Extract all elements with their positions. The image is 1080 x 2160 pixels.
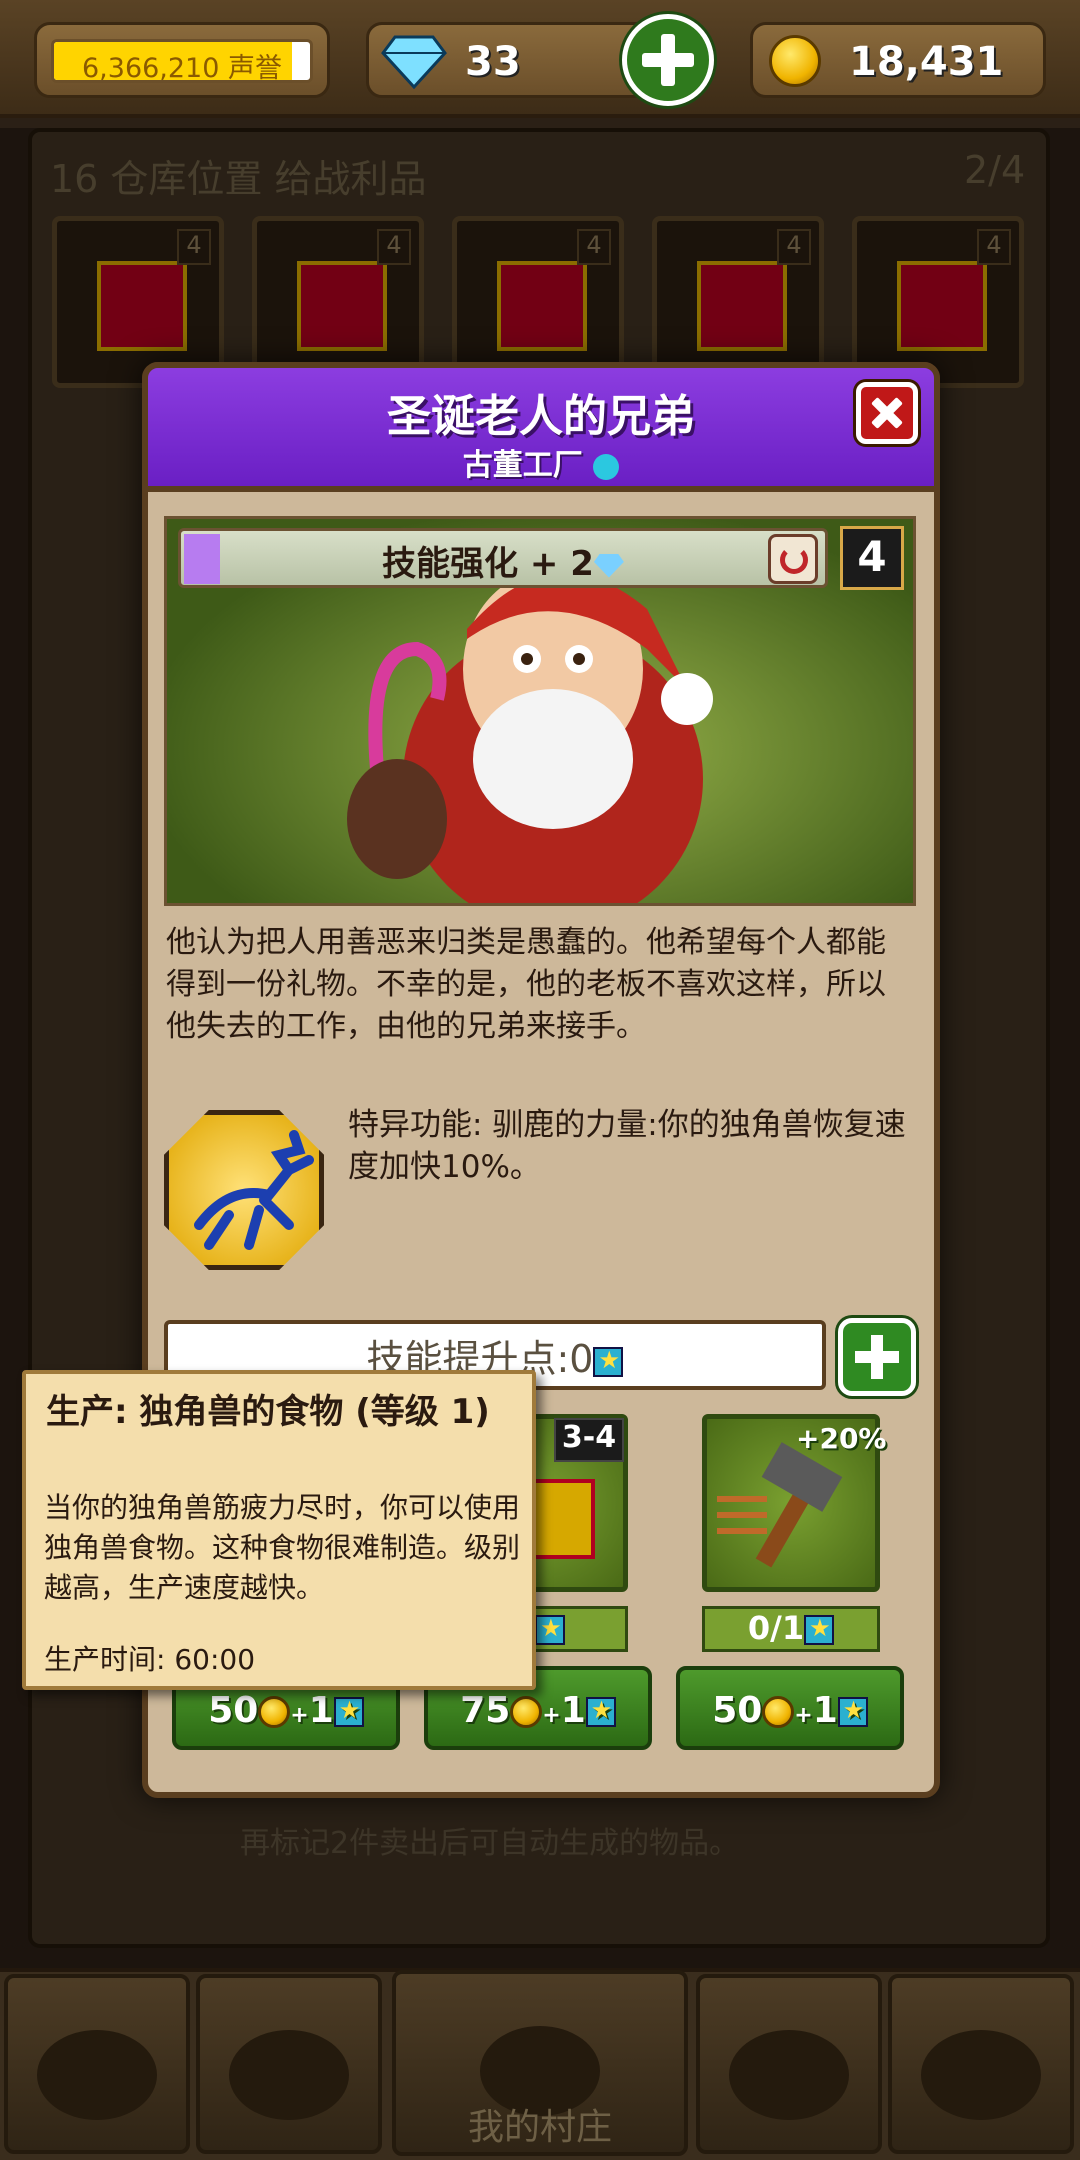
ability-description: 特异功能: 驯鹿的力量:你的独角兽恢复速度加快10%。	[348, 1107, 906, 1185]
gold-cost: 75	[460, 1690, 511, 1731]
gem-counter: 33	[366, 22, 654, 98]
diamond-icon	[381, 35, 447, 89]
gem-count: 33	[465, 39, 521, 85]
diamond-icon	[37, 2030, 157, 2120]
add-skill-points-button[interactable]	[838, 1318, 916, 1396]
nav-people-button[interactable]	[196, 1974, 382, 2154]
gold-coin-icon	[762, 1696, 795, 1728]
star-icon	[593, 1346, 624, 1377]
reindeer-ability-icon[interactable]	[164, 1110, 324, 1270]
dialog-subtitle-text: 古董工厂	[462, 448, 583, 483]
gold-counter: 18,431	[750, 22, 1046, 98]
star-cost: 1	[812, 1690, 838, 1731]
skill-progress: 0/1	[702, 1606, 880, 1652]
reindeer-icon	[194, 1130, 314, 1250]
star-icon	[535, 1614, 566, 1645]
diamond-icon	[593, 553, 624, 578]
orb-icon	[593, 453, 620, 480]
nav-chest-button[interactable]	[696, 1974, 882, 2154]
reputation-counter: 6,366,210 声誉	[34, 22, 330, 98]
star-cost: 1	[308, 1690, 334, 1731]
character-description: 他认为把人用善恶来归类是愚蠢的。他希望每个人都能得到一份礼物。不幸的是，他的老板…	[166, 925, 886, 1044]
gold-cost: 50	[712, 1690, 763, 1731]
star-icon	[804, 1614, 835, 1645]
skill-bonus-tag: +20%	[796, 1422, 887, 1455]
skill-range-tag: 3-4	[554, 1418, 624, 1462]
star-icon	[333, 1696, 364, 1727]
star-cost: 1	[560, 1690, 586, 1731]
gold-coin-icon	[769, 35, 821, 87]
tooltip-title: 生产: 独角兽的食物 (等级 1)	[46, 1392, 490, 1432]
nav-home-label: 我的村庄	[467, 2107, 612, 2148]
star-icon	[585, 1696, 616, 1727]
level-number: 4	[857, 532, 887, 581]
star-icon	[837, 1696, 868, 1727]
gold-count: 18,431	[849, 39, 1004, 85]
chest-icon	[729, 2030, 849, 2120]
close-button[interactable]	[856, 382, 918, 444]
upgrade-skill-button[interactable]: 50 +1	[676, 1666, 904, 1750]
reputation-text: 6,366,210 声誉	[82, 53, 282, 83]
gold-coin-icon	[258, 1696, 291, 1728]
gold-cost: 50	[208, 1690, 259, 1731]
dialog-title: 圣诞老人的兄弟	[387, 391, 695, 442]
buy-gems-button[interactable]	[622, 14, 714, 106]
production-time: 生产时间: 60:00	[44, 1643, 256, 1676]
skill-boost-label: 技能强化 + 2	[382, 544, 594, 584]
reset-icon	[780, 546, 808, 574]
tooltip-body: 当你的独角兽筋疲力尽时，你可以使用独角兽食物。这种食物很难制造。级别越高，生产速…	[44, 1491, 521, 1604]
nav-medal-button[interactable]	[888, 1974, 1074, 2154]
dialog-subtitle: 古董工厂	[142, 440, 940, 484]
reputation-bar: 6,366,210 声誉	[51, 39, 313, 83]
gold-coin-icon	[510, 1696, 543, 1728]
people-icon	[229, 2030, 349, 2120]
skill-boost-text: 技能强化 + 2	[178, 536, 828, 585]
skill-progress-text: 0/1	[747, 1609, 805, 1647]
nav-gems-button[interactable]	[4, 1974, 190, 2154]
reset-skill-button[interactable]	[768, 534, 818, 584]
medal-icon	[921, 2030, 1041, 2120]
